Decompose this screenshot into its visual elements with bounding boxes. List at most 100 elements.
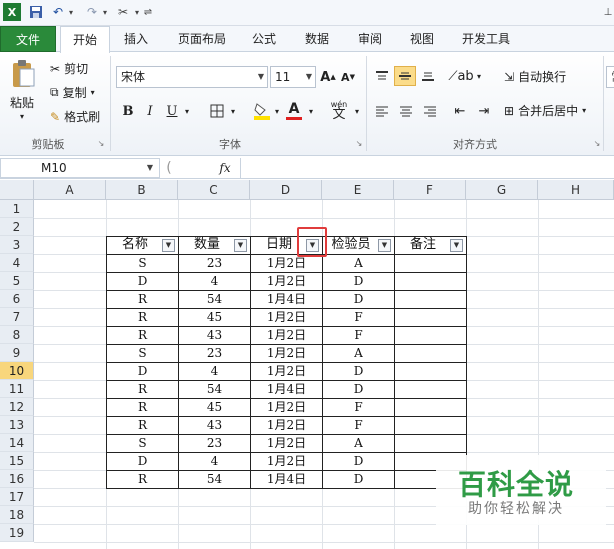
row-header[interactable]: 13: [0, 416, 34, 434]
underline-dropdown-icon[interactable]: ▾: [182, 102, 192, 120]
table-cell[interactable]: R: [107, 398, 178, 416]
table-cell[interactable]: R: [107, 308, 178, 326]
table-cell[interactable]: 54: [179, 290, 250, 308]
row-header-selected[interactable]: 10: [0, 362, 34, 380]
row-header[interactable]: 16: [0, 470, 34, 488]
orientation-dropdown-icon[interactable]: ▾: [474, 66, 484, 86]
increase-indent-icon[interactable]: ⇥: [474, 102, 494, 120]
table-cell[interactable]: R: [107, 326, 178, 344]
alignment-launcher-icon[interactable]: ↘: [592, 138, 602, 148]
select-all-corner[interactable]: [0, 180, 34, 200]
table-cell[interactable]: D: [323, 290, 394, 308]
table-cell[interactable]: F: [323, 308, 394, 326]
tool-dropdown-icon[interactable]: ▾: [132, 3, 142, 21]
row-header[interactable]: 2: [0, 218, 34, 236]
format-painter-button[interactable]: ✎ 格式刷: [50, 108, 100, 125]
table-cell[interactable]: [395, 416, 466, 434]
row-header[interactable]: 9: [0, 344, 34, 362]
filter-dropdown-icon[interactable]: ▼: [234, 239, 247, 252]
table-cell[interactable]: D: [107, 452, 178, 470]
table-cell[interactable]: [395, 344, 466, 362]
bold-button[interactable]: B: [120, 102, 136, 120]
redo-dropdown-icon[interactable]: ▾: [100, 3, 110, 21]
paste-dropdown-icon[interactable]: ▾: [20, 112, 24, 121]
table-cell[interactable]: 1月2日: [251, 452, 322, 470]
table-cell[interactable]: 1月2日: [251, 308, 322, 326]
column-header-d[interactable]: D: [250, 180, 322, 200]
align-top-icon[interactable]: [372, 66, 392, 86]
align-middle-icon[interactable]: [394, 66, 416, 86]
window-control-icon[interactable]: ⊥: [603, 3, 613, 21]
row-header[interactable]: 5: [0, 272, 34, 290]
table-cell[interactable]: 4: [179, 272, 250, 290]
table-cell[interactable]: D: [323, 470, 394, 488]
wrap-text-button[interactable]: ⇲ 自动换行: [504, 68, 566, 85]
undo-dropdown-icon[interactable]: ▾: [66, 3, 76, 21]
table-cell[interactable]: [395, 308, 466, 326]
table-cell[interactable]: F: [323, 416, 394, 434]
tab-developer[interactable]: 开发工具: [454, 26, 518, 52]
table-cell[interactable]: R: [107, 416, 178, 434]
table-cell[interactable]: [395, 380, 466, 398]
resize-handle-icon[interactable]: (: [162, 159, 176, 177]
table-cell[interactable]: 1月2日: [251, 434, 322, 452]
column-header-f[interactable]: F: [394, 180, 466, 200]
table-cell[interactable]: A: [323, 434, 394, 452]
decrease-indent-icon[interactable]: ⇤: [450, 102, 470, 120]
row-header[interactable]: 8: [0, 326, 34, 344]
row-header[interactable]: 19: [0, 524, 34, 542]
table-cell[interactable]: D: [107, 272, 178, 290]
row-header[interactable]: 1: [0, 200, 34, 218]
table-cell[interactable]: 43: [179, 416, 250, 434]
row-header[interactable]: 7: [0, 308, 34, 326]
table-cell[interactable]: R: [107, 290, 178, 308]
column-header-c[interactable]: C: [178, 180, 250, 200]
column-header-h[interactable]: H: [538, 180, 614, 200]
orientation-icon[interactable]: ⟋ab: [448, 66, 473, 86]
table-cell[interactable]: A: [323, 344, 394, 362]
font-color-icon[interactable]: A: [284, 98, 304, 122]
table-cell[interactable]: 1月2日: [251, 416, 322, 434]
font-name-select[interactable]: 宋体 ▼: [116, 66, 268, 88]
customize-toolbar-icon[interactable]: ⇌: [142, 3, 154, 21]
phonetic-icon[interactable]: wén 文: [326, 98, 352, 122]
table-cell[interactable]: 1月2日: [251, 398, 322, 416]
table-cell[interactable]: 1月4日: [251, 470, 322, 488]
tab-data[interactable]: 数据: [297, 26, 337, 52]
table-cell[interactable]: D: [323, 452, 394, 470]
filter-dropdown-icon[interactable]: ▼: [450, 239, 463, 252]
table-cell[interactable]: 23: [179, 254, 250, 272]
table-cell[interactable]: S: [107, 254, 178, 272]
number-format-select[interactable]: 常: [606, 66, 614, 88]
border-icon[interactable]: [208, 102, 226, 120]
table-cell[interactable]: [395, 290, 466, 308]
table-cell[interactable]: [395, 362, 466, 380]
font-launcher-icon[interactable]: ↘: [354, 138, 364, 148]
row-header[interactable]: 12: [0, 398, 34, 416]
table-cell[interactable]: F: [323, 398, 394, 416]
row-header[interactable]: 18: [0, 506, 34, 524]
copy-button[interactable]: ⧉ 复制 ▾: [50, 84, 95, 101]
row-header[interactable]: 4: [0, 254, 34, 272]
row-header[interactable]: 15: [0, 452, 34, 470]
align-bottom-icon[interactable]: [418, 66, 438, 86]
paste-button[interactable]: 粘贴: [10, 94, 34, 111]
table-cell[interactable]: 23: [179, 344, 250, 362]
table-cell[interactable]: S: [107, 434, 178, 452]
formula-input[interactable]: [240, 158, 614, 178]
font-color-dropdown-icon[interactable]: ▾: [306, 102, 316, 120]
row-header[interactable]: 3: [0, 236, 34, 254]
table-cell[interactable]: A: [323, 254, 394, 272]
row-header[interactable]: 11: [0, 380, 34, 398]
table-cell[interactable]: D: [107, 362, 178, 380]
undo-icon[interactable]: ↶: [50, 3, 66, 21]
tab-file[interactable]: 文件: [0, 26, 56, 52]
row-header[interactable]: 6: [0, 290, 34, 308]
table-cell[interactable]: 1月2日: [251, 326, 322, 344]
table-cell[interactable]: 54: [179, 470, 250, 488]
table-cell[interactable]: 23: [179, 434, 250, 452]
table-cell[interactable]: 1月2日: [251, 272, 322, 290]
table-cell[interactable]: 45: [179, 398, 250, 416]
table-cell[interactable]: 1月2日: [251, 254, 322, 272]
table-cell[interactable]: [395, 272, 466, 290]
